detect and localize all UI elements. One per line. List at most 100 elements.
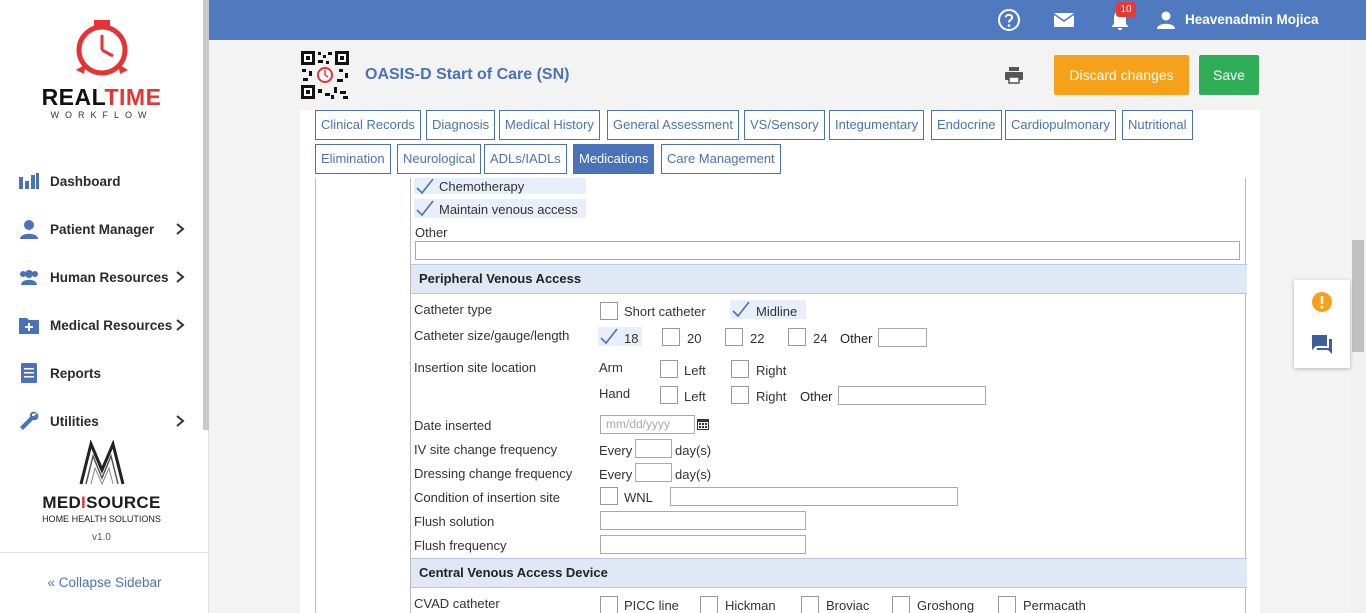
medisource-m-icon [79, 439, 124, 486]
tab-integumentary[interactable]: Integumentary [829, 110, 925, 140]
form-panel: Clinical Records Diagnosis Medical Histo… [300, 110, 1260, 613]
help-icon[interactable] [997, 8, 1021, 32]
midline-label: Midline [756, 304, 798, 319]
picc-line-checkbox[interactable] [600, 596, 618, 613]
sidebar-nav: Dashboard Patient Manager Human Resource… [0, 157, 203, 445]
size-other-input[interactable] [878, 328, 927, 347]
permacath-label: Permacath [1023, 598, 1086, 613]
groshong-checkbox[interactable] [892, 596, 910, 613]
flush-frequency-label: Flush frequency [414, 538, 507, 553]
arm-left-checkbox[interactable] [660, 360, 678, 378]
tab-adls-iadls[interactable]: ADLs/IADLs [484, 144, 567, 174]
wnl-label: WNL [624, 490, 653, 505]
sidebar-item-reports[interactable]: Reports [0, 349, 203, 397]
size-20-label: 20 [687, 331, 702, 346]
catheter-type-label: Catheter type [414, 302, 493, 317]
arm-label: Arm [599, 360, 623, 375]
form-header: OASIS-D Start of Care (SN) Discard chang… [300, 40, 1260, 110]
condition-notes-input[interactable] [670, 487, 958, 506]
calendar-icon[interactable] [697, 418, 709, 430]
chemotherapy-label: Chemotherapy [439, 179, 525, 194]
broviac-checkbox[interactable] [801, 596, 819, 613]
checkmark-icon[interactable] [416, 200, 434, 218]
brand-tagline: WORKFLOW [50, 110, 153, 120]
size-20-checkbox[interactable] [662, 328, 680, 346]
tab-neurological[interactable]: Neurological [397, 144, 482, 174]
medisource-logo: MEDISOURCE HOME HEALTH SOLUTIONS v1.0 [0, 439, 203, 543]
tab-medical-history[interactable]: Medical History [499, 110, 600, 140]
wnl-checkbox[interactable] [600, 487, 618, 505]
arm-left-label: Left [684, 363, 706, 378]
sidebar-item-patient-manager[interactable]: Patient Manager [0, 205, 203, 253]
hand-left-checkbox[interactable] [660, 386, 678, 404]
flush-frequency-input[interactable] [600, 535, 806, 554]
iv-site-frequency-label: IV site change frequency [414, 442, 558, 457]
chevron-right-icon [176, 319, 185, 331]
hand-left-label: Left [684, 389, 706, 404]
tab-elimination[interactable]: Elimination [315, 144, 391, 174]
tab-medications[interactable]: Medications [573, 144, 655, 174]
save-button[interactable]: Save [1199, 55, 1259, 95]
partner-tagline: HOME HEALTH SOLUTIONS [42, 514, 161, 524]
site-other-label: Other [800, 389, 833, 404]
size-22-checkbox[interactable] [725, 328, 743, 346]
mail-icon[interactable] [1052, 8, 1076, 32]
brand-name: REALTIME [41, 84, 162, 110]
condition-insertion-label: Condition of insertion site [414, 490, 560, 505]
section-header-peripheral-venous-access: Peripheral Venous Access [411, 264, 1247, 294]
short-catheter-checkbox[interactable] [600, 302, 618, 320]
arm-right-label: Right [756, 363, 787, 378]
user-name[interactable]: Heavenadmin Mojica [1185, 12, 1319, 27]
other-purpose-input[interactable] [415, 241, 1240, 260]
print-icon[interactable] [1004, 65, 1024, 85]
sidebar-item-label: Dashboard [50, 173, 121, 189]
discard-changes-button[interactable]: Discard changes [1054, 55, 1189, 95]
tab-vs-sensory[interactable]: VS/Sensory [744, 110, 825, 140]
checkmark-icon[interactable] [416, 178, 434, 196]
insertion-site-label: Insertion site location [414, 360, 537, 375]
permacath-checkbox[interactable] [998, 596, 1016, 613]
size-24-checkbox[interactable] [788, 328, 806, 346]
groshong-label: Groshong [917, 598, 975, 613]
scrollbar-thumb[interactable] [1352, 240, 1364, 352]
sidebar-item-medical-resources[interactable]: Medical Resources [0, 301, 203, 349]
tab-nutritional[interactable]: Nutritional [1122, 110, 1193, 140]
realtime-logo[interactable]: REALTIME WORKFLOW [0, 18, 203, 120]
arm-right-checkbox[interactable] [731, 360, 749, 378]
size-other-label: Other [840, 331, 873, 346]
sidebar-item-human-resources[interactable]: Human Resources [0, 253, 203, 301]
sidebar-item-label: Human Resources [50, 269, 169, 285]
sidebar-item-label: Patient Manager [50, 221, 155, 237]
sidebar-item-label: Medical Resources [50, 317, 173, 333]
tab-cardiopulmonary[interactable]: Cardiopulmonary [1005, 110, 1116, 140]
flush-solution-input[interactable] [600, 511, 806, 530]
tab-care-management[interactable]: Care Management [661, 144, 781, 174]
hickman-checkbox[interactable] [700, 596, 718, 613]
short-catheter-label: Short catheter [624, 304, 706, 319]
dressing-frequency-label: Dressing change frequency [414, 466, 573, 481]
alert-icon[interactable] [1312, 292, 1332, 312]
dressing-days-input[interactable] [635, 463, 672, 482]
iv-site-days-input[interactable] [635, 439, 672, 458]
chevron-right-icon [176, 415, 185, 427]
broviac-label: Broviac [826, 598, 870, 613]
hand-right-label: Right [756, 389, 787, 404]
chat-icon[interactable] [1311, 334, 1333, 356]
tab-endocrine[interactable]: Endocrine [931, 110, 1002, 140]
app-version: v1.0 [92, 532, 111, 543]
sidebar-item-utilities[interactable]: Utilities [0, 397, 203, 445]
hand-right-checkbox[interactable] [731, 386, 749, 404]
checkmark-icon[interactable] [600, 328, 618, 346]
checkmark-icon[interactable] [732, 301, 750, 319]
site-other-input[interactable] [838, 386, 986, 405]
date-inserted-input[interactable]: mm/dd/yyyy [600, 415, 695, 434]
page-title: OASIS-D Start of Care (SN) [365, 66, 570, 83]
page-scrollbar[interactable] [1350, 40, 1366, 613]
sidebar-item-dashboard[interactable]: Dashboard [0, 157, 203, 205]
collapse-sidebar-button[interactable]: « Collapse Sidebar [0, 552, 209, 613]
sidebar-scrollbar[interactable] [203, 0, 209, 430]
tab-diagnosis[interactable]: Diagnosis [426, 110, 496, 140]
tab-general-assessment[interactable]: General Assessment [607, 110, 739, 140]
user-account-icon[interactable] [1154, 8, 1178, 32]
tab-clinical-records[interactable]: Clinical Records [315, 110, 421, 140]
